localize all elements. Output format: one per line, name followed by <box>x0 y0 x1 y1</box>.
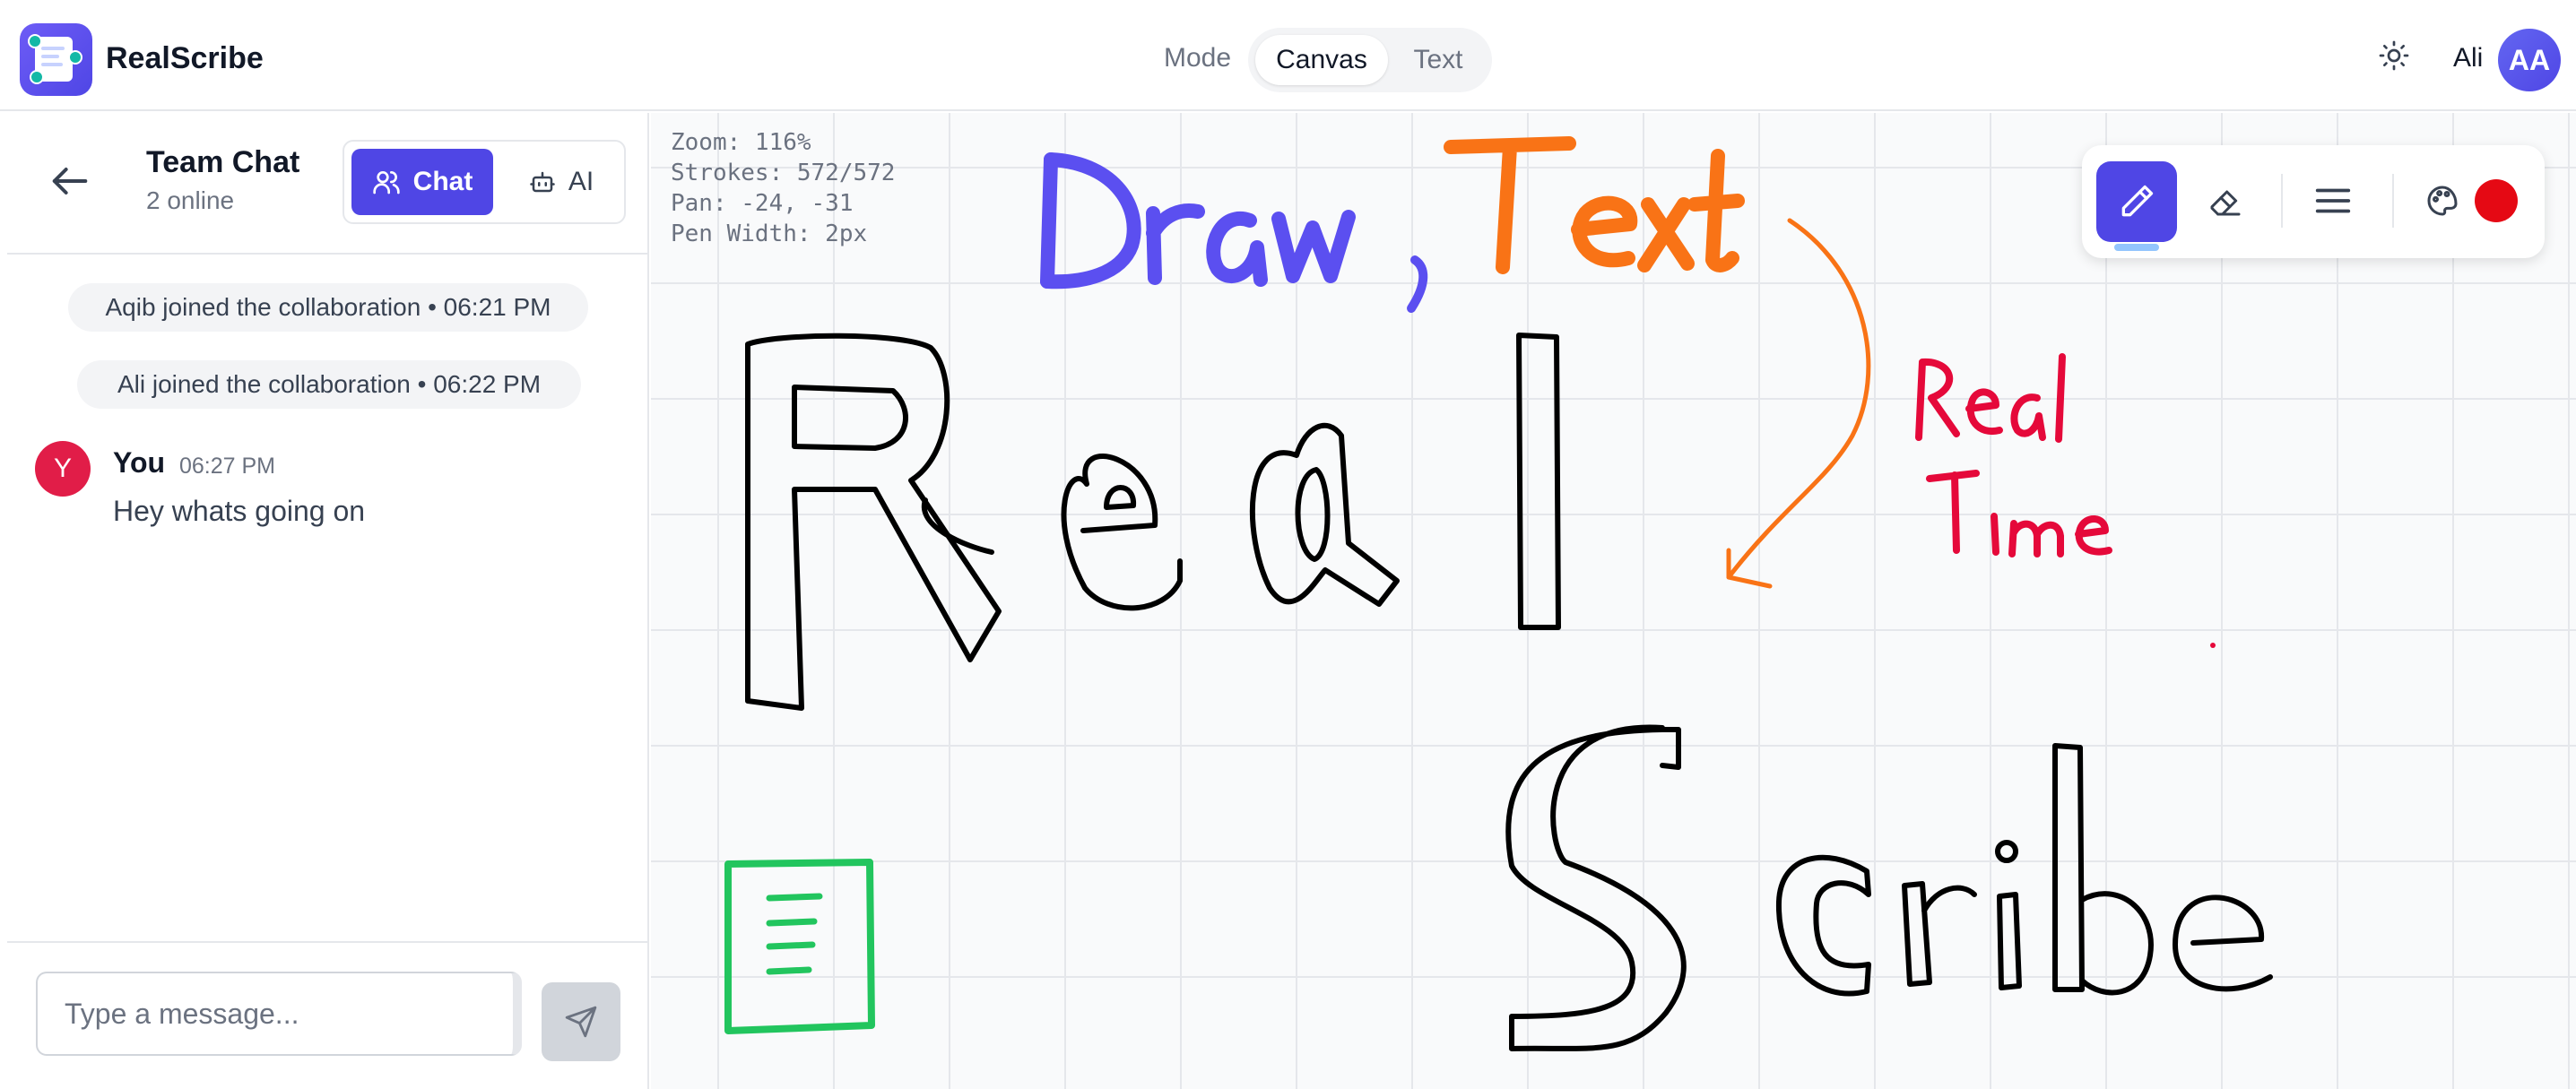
drawing-toolbar <box>2082 145 2545 258</box>
drawing-canvas[interactable]: Zoom: 116% Strokes: 572/572 Pan: -24, -3… <box>651 113 2576 1089</box>
drawn-text-scribe <box>1505 724 2273 1051</box>
pen-width-readout: Pen Width: 2px <box>671 220 868 247</box>
message-author: You <box>113 446 166 479</box>
app-title: RealScribe <box>106 41 264 75</box>
arrow-left-icon <box>52 168 88 194</box>
pen-tool-button[interactable] <box>2096 161 2177 242</box>
online-count: 2 online <box>146 186 235 214</box>
pen-icon <box>2121 185 2154 217</box>
sun-icon <box>2379 40 2409 71</box>
app-header: RealScribe Mode Canvas Text Ali AA <box>0 0 2576 111</box>
theme-toggle-button[interactable] <box>2378 39 2410 72</box>
users-icon <box>372 171 400 194</box>
message-time: 06:27 PM <box>179 454 276 479</box>
drawn-document <box>724 859 875 1034</box>
message-avatar: Y <box>35 441 91 497</box>
tab-chat[interactable]: Chat <box>351 149 493 215</box>
user-name: Ali <box>2453 43 2484 73</box>
eraser-icon <box>2210 190 2241 216</box>
canvas-stats: Zoom: 116% Strokes: 572/572 Pan: -24, -3… <box>671 127 895 249</box>
chat-sidebar: Team Chat 2 online Chat AI Aqib joined t… <box>7 113 649 1089</box>
palette-icon <box>2427 186 2458 216</box>
system-message: Aqib joined the collaboration • 06:21 PM <box>68 283 588 332</box>
active-tool-indicator <box>2114 244 2159 251</box>
stroke-width-icon <box>2315 188 2351 213</box>
zoom-readout: Zoom: 116% <box>671 129 811 156</box>
input-divider <box>7 941 647 943</box>
pan-readout: Pan: -24, -31 <box>671 190 854 217</box>
user-avatar[interactable]: AA <box>2498 29 2561 91</box>
bot-icon <box>530 171 555 193</box>
chat-title: Team Chat <box>146 145 300 179</box>
canvas-drawing <box>724 136 2273 1051</box>
system-message: Ali joined the collaboration • 06:22 PM <box>77 360 581 409</box>
palette-button[interactable] <box>2414 172 2471 229</box>
drawn-arrow <box>1726 218 1871 589</box>
drawn-text-real <box>745 333 1561 711</box>
back-button[interactable] <box>47 158 93 204</box>
tab-ai-label: AI <box>568 167 594 196</box>
drawn-text-text <box>1444 136 1745 274</box>
mode-text-button[interactable]: Text <box>1392 35 1485 85</box>
drawn-text-realtime <box>1915 353 2112 557</box>
drawn-text-draw <box>1040 152 1428 313</box>
color-swatch-button[interactable] <box>2475 179 2518 222</box>
send-icon <box>565 1006 597 1038</box>
send-button[interactable] <box>542 982 620 1061</box>
logo-icon <box>28 34 82 84</box>
app-logo <box>20 23 92 96</box>
mode-label: Mode <box>1164 43 1232 73</box>
tab-ai[interactable]: AI <box>504 149 619 215</box>
mode-switch: Canvas Text <box>1248 28 1492 92</box>
message-input[interactable] <box>36 972 522 1056</box>
drawn-dot <box>2210 643 2216 648</box>
eraser-tool-button[interactable] <box>2197 172 2254 229</box>
toolbar-divider <box>2281 174 2283 228</box>
toolbar-divider <box>2392 174 2394 228</box>
mode-canvas-button[interactable]: Canvas <box>1255 35 1388 85</box>
stroke-width-button[interactable] <box>2304 172 2362 229</box>
sidebar-divider <box>7 253 647 255</box>
message-text: Hey whats going on <box>113 495 366 527</box>
strokes-readout: Strokes: 572/572 <box>671 160 896 186</box>
sidebar-tabs: Chat AI <box>343 140 626 224</box>
tab-chat-label: Chat <box>412 167 473 196</box>
